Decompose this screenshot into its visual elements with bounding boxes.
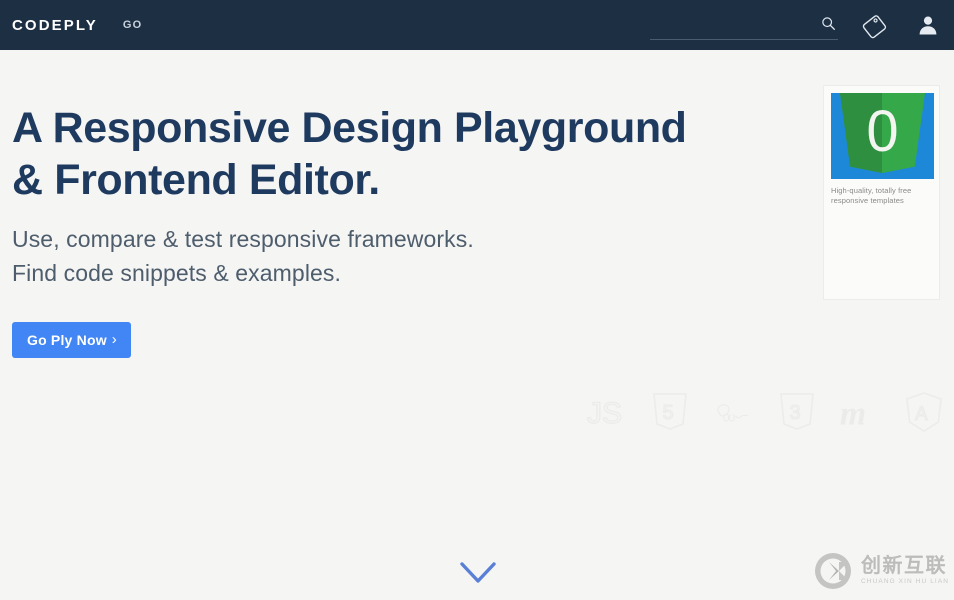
watermark-chinese: 创新互联 (861, 555, 947, 577)
search-input[interactable] (650, 11, 810, 38)
watermark-mark-icon (815, 553, 851, 589)
search-icon[interactable] (821, 16, 836, 31)
svg-text:3: 3 (790, 402, 801, 424)
template-preview-card[interactable]: 0 High-quality, totally free responsive … (823, 85, 940, 300)
navbar-right-actions (650, 0, 954, 50)
watermark-pinyin: CHUANG XIN HU LIAN (861, 578, 950, 585)
template-caption-line2: responsive templates (831, 196, 904, 205)
svg-text:m: m (840, 395, 866, 432)
watermark: 创新互联 CHUANG XIN HU LIAN (812, 550, 949, 592)
materialize-logo-icon: m (838, 388, 883, 438)
brand-logo[interactable]: CODEPLY (12, 17, 98, 34)
go-ply-now-button[interactable]: Go Ply Now › (12, 322, 131, 358)
top-navbar: CODEPLY GO (0, 0, 954, 50)
html5-logo-icon: 5 (649, 388, 691, 438)
tag-icon[interactable] (860, 10, 890, 40)
chevron-down-icon[interactable] (459, 560, 497, 586)
nav-link-go[interactable]: GO (123, 19, 143, 31)
sass-logo-icon (711, 388, 756, 438)
framework-logo-row: JS 5 3 m A (585, 385, 945, 440)
hero-section: A Responsive Design Playground & Fronten… (0, 50, 954, 600)
svg-text:A: A (915, 404, 928, 425)
angular-logo-icon: A (903, 388, 945, 438)
watermark-text: 创新互联 CHUANG XIN HU LIAN (861, 555, 949, 587)
badge-number: 0 (866, 99, 899, 164)
javascript-logo-icon: JS (585, 388, 629, 438)
template-caption-line1: High-quality, totally free (831, 186, 912, 195)
hero-title-line2: & Frontend Editor. (12, 156, 380, 204)
hero-title-line1: A Responsive Design Playground (12, 104, 687, 152)
hero-subtitle-line1: Use, compare & test responsive framework… (12, 226, 474, 252)
nav-links: GO (123, 19, 143, 31)
page-title: A Responsive Design Playground & Fronten… (12, 102, 812, 206)
user-icon[interactable] (916, 13, 940, 37)
svg-text:5: 5 (663, 402, 674, 424)
hero-subtitle-line2: Find code snippets & examples. (12, 260, 342, 286)
template-thumbnail: 0 (831, 93, 934, 179)
cta-label: Go Ply Now (27, 331, 107, 348)
css3-logo-icon: 3 (776, 388, 818, 438)
svg-text:JS: JS (587, 397, 622, 430)
search-container (650, 10, 838, 40)
hero-subtitle: Use, compare & test responsive framework… (12, 222, 474, 290)
template-caption: High-quality, totally free responsive te… (831, 186, 932, 206)
chevron-right-icon: › (111, 331, 117, 348)
